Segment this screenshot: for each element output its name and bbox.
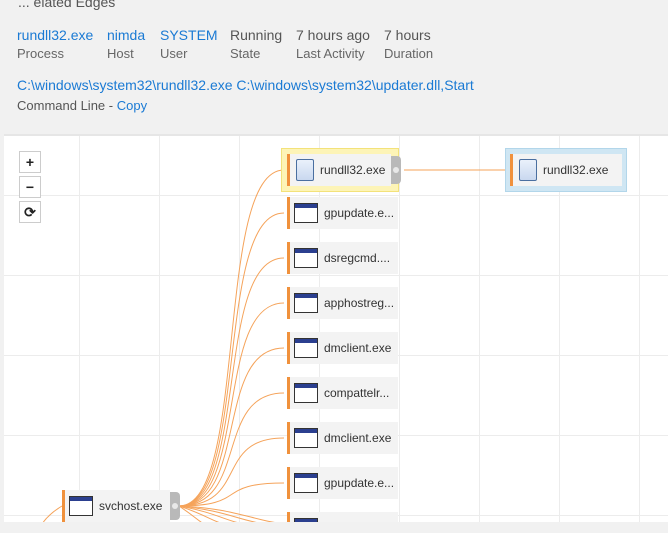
window-icon bbox=[294, 383, 318, 403]
last-activity-label: Last Activity bbox=[296, 46, 365, 61]
command-line-label: Command Line - bbox=[17, 98, 117, 113]
child-process-node[interactable]: dsregcmd.... bbox=[287, 242, 398, 274]
child-process-node[interactable]: apphostreg... bbox=[287, 287, 398, 319]
zoom-out-button[interactable]: − bbox=[19, 176, 41, 198]
node-label: rundll32.exe bbox=[543, 163, 609, 177]
child-process-node[interactable]: gpupdate.e... bbox=[287, 197, 398, 229]
copy-link[interactable]: Copy bbox=[117, 98, 147, 113]
window-icon bbox=[294, 428, 318, 448]
node-label: dmclient.exe bbox=[324, 341, 392, 355]
user-field: SYSTEM User bbox=[160, 26, 218, 62]
duration-value: 7 hours bbox=[384, 27, 431, 43]
window-icon bbox=[69, 496, 93, 516]
state-label: State bbox=[230, 46, 261, 61]
header-cut-off: ... elated Edges bbox=[0, 0, 668, 18]
node-expand-handle[interactable] bbox=[391, 156, 401, 184]
duration-label: Duration bbox=[384, 46, 434, 61]
window-icon bbox=[294, 203, 318, 223]
graph-bottom-edge bbox=[0, 522, 668, 533]
host-field: nimda Host bbox=[107, 26, 145, 62]
process-label: Process bbox=[17, 46, 64, 61]
child-process-node[interactable] bbox=[287, 512, 398, 522]
node-label: dsregcmd.... bbox=[324, 251, 391, 265]
node-label: gpupdate.e... bbox=[324, 476, 395, 490]
zoom-in-button[interactable]: + bbox=[19, 151, 41, 173]
window-icon bbox=[294, 473, 318, 493]
window-icon bbox=[294, 248, 318, 268]
node-label: svchost.exe bbox=[99, 499, 163, 513]
user-link[interactable]: SYSTEM bbox=[160, 26, 218, 44]
node-label: compattelr... bbox=[324, 386, 390, 400]
child-process-node[interactable]: dmclient.exe bbox=[287, 332, 398, 364]
root-expand-handle[interactable] bbox=[170, 492, 180, 520]
child-process-node[interactable]: gpupdate.e... bbox=[287, 467, 398, 499]
node-label: rundll32.exe bbox=[320, 163, 386, 177]
node-label: gpupdate.e... bbox=[324, 206, 395, 220]
command-line-link[interactable]: C:\windows\system32\rundll32.exe C:\wind… bbox=[17, 77, 474, 93]
process-summary-panel: rundll32.exe Process nimda Host SYSTEM U… bbox=[0, 18, 668, 130]
document-icon bbox=[519, 159, 537, 181]
process-graph-canvas[interactable]: + − ⟳ rundll32.exe rundll32.exe gpupdate… bbox=[4, 134, 668, 522]
reset-view-button[interactable]: ⟳ bbox=[19, 201, 41, 223]
window-icon bbox=[294, 338, 318, 358]
last-activity-value: 7 hours ago bbox=[296, 27, 370, 43]
document-icon bbox=[296, 159, 314, 181]
selected-process-node[interactable]: rundll32.exe bbox=[287, 154, 391, 186]
host-label: Host bbox=[107, 46, 134, 61]
last-activity-field: 7 hours ago Last Activity bbox=[296, 26, 370, 62]
header-cut-text: ... elated Edges bbox=[18, 0, 116, 10]
state-field: Running State bbox=[230, 26, 282, 62]
child-process-node[interactable]: compattelr... bbox=[287, 377, 398, 409]
node-label: apphostreg... bbox=[324, 296, 395, 310]
related-process-node[interactable]: rundll32.exe bbox=[510, 154, 622, 186]
graph-grid bbox=[4, 136, 668, 522]
user-label: User bbox=[160, 46, 188, 61]
node-label: dmclient.exe bbox=[324, 431, 392, 445]
duration-field: 7 hours Duration bbox=[384, 26, 433, 62]
window-icon bbox=[294, 293, 318, 313]
host-link[interactable]: nimda bbox=[107, 26, 145, 44]
process-field: rundll32.exe Process bbox=[17, 26, 93, 62]
child-process-node[interactable]: dmclient.exe bbox=[287, 422, 398, 454]
command-line-caption: Command Line - Copy bbox=[17, 98, 147, 113]
state-value: Running bbox=[230, 27, 283, 43]
root-process-node[interactable]: svchost.exe bbox=[62, 490, 170, 522]
process-name-link[interactable]: rundll32.exe bbox=[17, 26, 93, 44]
